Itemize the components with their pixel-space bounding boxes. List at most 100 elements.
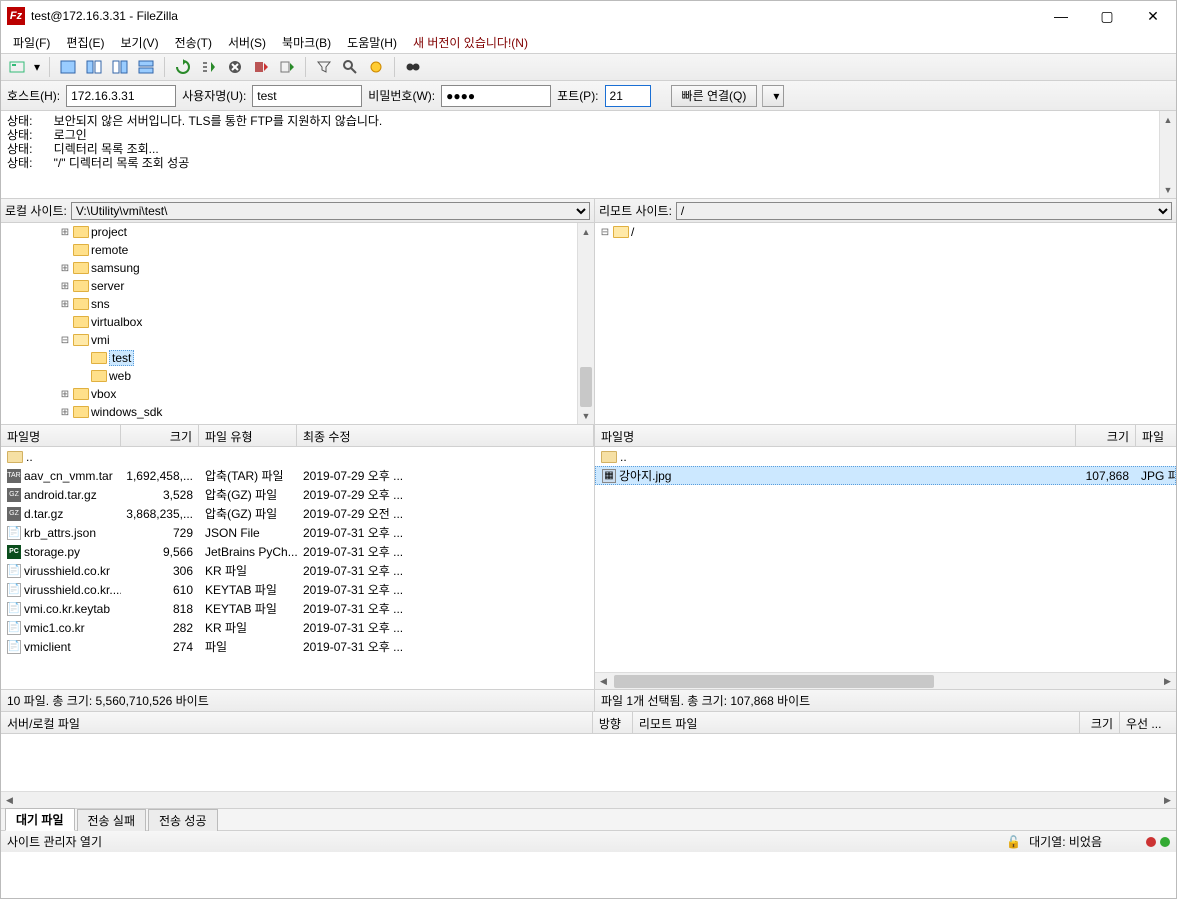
menu-edit[interactable]: 편집(E): [58, 32, 112, 53]
file-row[interactable]: 📄vmiclient274파일2019-07-31 오후 ...: [1, 637, 594, 656]
tree-item[interactable]: ⊞vbox: [1, 385, 594, 403]
user-input[interactable]: [257, 89, 357, 103]
queue-hscrollbar[interactable]: ◀ ▶: [1, 791, 1176, 808]
filter-icon[interactable]: [312, 56, 336, 78]
menu-bookmarks[interactable]: 북마크(B): [274, 32, 339, 53]
local-filelist[interactable]: 파일명 크기 파일 유형 최종 수정 ..TARaav_cn_vmm.tar1,…: [1, 425, 594, 689]
tree-expander-icon[interactable]: ⊞: [59, 227, 71, 238]
remote-hscrollbar[interactable]: ◀ ▶: [595, 672, 1176, 689]
tree-item[interactable]: web: [1, 367, 594, 385]
file-name: vmiclient: [24, 640, 71, 654]
file-size: 306: [121, 564, 199, 578]
compare-icon[interactable]: [364, 56, 388, 78]
file-row[interactable]: ..: [595, 447, 1176, 466]
col-size[interactable]: 크기: [121, 425, 199, 446]
host-input[interactable]: [71, 89, 171, 103]
col-name[interactable]: 파일명: [1, 425, 121, 446]
tree-item[interactable]: ⊞sns: [1, 295, 594, 313]
tree-expander-icon[interactable]: ⊞: [59, 281, 71, 292]
tree-item[interactable]: test: [1, 349, 594, 367]
binoculars-icon[interactable]: [401, 56, 425, 78]
tab-failed[interactable]: 전송 실패: [77, 809, 147, 831]
local-path-input[interactable]: V:\Utility\vmi\test\: [71, 202, 590, 220]
remote-tree[interactable]: ⊟/: [595, 223, 1176, 425]
tree-expander-icon[interactable]: ⊞: [59, 299, 71, 310]
xf-col-dir[interactable]: 방향: [593, 712, 633, 733]
transfer-queue[interactable]: 서버/로컬 파일 방향 리모트 파일 크기 우선 ... ◀ ▶: [1, 711, 1176, 808]
dropdown-icon[interactable]: ▾: [31, 56, 43, 78]
col-name-r[interactable]: 파일명: [595, 425, 1076, 446]
file-modified: 2019-07-31 오후 ...: [297, 543, 594, 560]
scroll-down-icon[interactable]: ▼: [1160, 181, 1176, 198]
tree-item[interactable]: remote: [1, 241, 594, 259]
tree-expander-icon[interactable]: ⊞: [59, 407, 71, 418]
menu-server[interactable]: 서버(S): [220, 32, 274, 53]
xf-col-priority[interactable]: 우선 ...: [1120, 712, 1176, 733]
toggle-log-icon[interactable]: [56, 56, 80, 78]
tree-item[interactable]: ⊟/: [595, 223, 1176, 241]
tree-item[interactable]: virtualbox: [1, 313, 594, 331]
file-type: JSON File: [199, 526, 297, 540]
log-scrollbar[interactable]: ▲ ▼: [1159, 111, 1176, 198]
tree-expander-icon[interactable]: ⊟: [59, 335, 71, 346]
file-row[interactable]: ▦강아지.jpg107,868JPG 피: [595, 466, 1176, 485]
close-button[interactable]: ✕: [1130, 1, 1176, 31]
reconnect-icon[interactable]: [275, 56, 299, 78]
xf-col-size[interactable]: 크기: [1080, 712, 1120, 733]
refresh-icon[interactable]: [171, 56, 195, 78]
menu-transfer[interactable]: 전송(T): [167, 32, 220, 53]
sitemanager-icon[interactable]: [5, 56, 29, 78]
port-input[interactable]: [610, 89, 646, 103]
local-tree-scrollbar[interactable]: ▲ ▼: [577, 223, 594, 424]
cancel-icon[interactable]: [223, 56, 247, 78]
file-row[interactable]: GZd.tar.gz3,868,235,...압축(GZ) 파일2019-07-…: [1, 504, 594, 523]
file-row[interactable]: 📄virusshield.co.kr....610KEYTAB 파일2019-0…: [1, 580, 594, 599]
menu-newversion[interactable]: 새 버전이 있습니다!(N): [405, 32, 536, 53]
folder-icon: [73, 388, 89, 400]
xf-col-remote[interactable]: 리모트 파일: [633, 712, 1080, 733]
process-queue-icon[interactable]: [197, 56, 221, 78]
tree-item[interactable]: ⊞project: [1, 223, 594, 241]
toggle-remote-tree-icon[interactable]: [108, 56, 132, 78]
tree-item[interactable]: ⊞server: [1, 277, 594, 295]
file-row[interactable]: 📄vmi.co.kr.keytab818KEYTAB 파일2019-07-31 …: [1, 599, 594, 618]
message-log[interactable]: 상태: 보안되지 않은 서버입니다. TLS를 통한 FTP를 지원하지 않습니…: [1, 111, 1176, 199]
file-row[interactable]: PCstorage.py9,566JetBrains PyCh...2019-0…: [1, 542, 594, 561]
tab-success[interactable]: 전송 성공: [148, 809, 218, 831]
scroll-up-icon[interactable]: ▲: [1160, 111, 1176, 128]
pass-input[interactable]: [446, 89, 546, 103]
col-modified[interactable]: 최종 수정: [297, 425, 594, 446]
file-row[interactable]: ..: [1, 447, 594, 466]
tree-expander-icon[interactable]: ⊞: [59, 389, 71, 400]
menu-help[interactable]: 도움말(H): [339, 32, 405, 53]
file-row[interactable]: 📄vmic1.co.kr282KR 파일2019-07-31 오후 ...: [1, 618, 594, 637]
col-type-r[interactable]: 파일: [1136, 425, 1176, 446]
menu-file[interactable]: 파일(F): [5, 32, 58, 53]
disconnect-icon[interactable]: [249, 56, 273, 78]
quickconnect-dropdown[interactable]: ▾: [762, 85, 784, 107]
file-row[interactable]: GZandroid.tar.gz3,528압축(GZ) 파일2019-07-29…: [1, 485, 594, 504]
remote-path-input[interactable]: /: [676, 202, 1172, 220]
maximize-button[interactable]: ▢: [1084, 1, 1130, 31]
tree-item[interactable]: ⊞samsung: [1, 259, 594, 277]
toggle-queue-icon[interactable]: [134, 56, 158, 78]
tree-item[interactable]: ⊟vmi: [1, 331, 594, 349]
col-size-r[interactable]: 크기: [1076, 425, 1136, 446]
tab-queue[interactable]: 대기 파일: [5, 808, 75, 831]
tree-expander-icon[interactable]: ⊟: [599, 227, 611, 238]
minimize-button[interactable]: —: [1038, 1, 1084, 31]
xf-col-server[interactable]: 서버/로컬 파일: [1, 712, 593, 733]
file-row[interactable]: TARaav_cn_vmm.tar1,692,458,...압축(TAR) 파일…: [1, 466, 594, 485]
toggle-local-tree-icon[interactable]: [82, 56, 106, 78]
quickconnect-button[interactable]: 빠른 연결(Q): [671, 85, 758, 107]
local-tree[interactable]: ⊞projectremote⊞samsung⊞server⊞snsvirtual…: [1, 223, 594, 425]
remote-filelist[interactable]: 파일명 크기 파일 ..▦강아지.jpg107,868JPG 피 ◀ ▶: [595, 425, 1176, 689]
file-row[interactable]: 📄krb_attrs.json729JSON File2019-07-31 오후…: [1, 523, 594, 542]
tree-item[interactable]: ⊞windows_sdk: [1, 403, 594, 421]
file-row[interactable]: 📄virusshield.co.kr306KR 파일2019-07-31 오후 …: [1, 561, 594, 580]
app-logo-icon: Fz: [7, 7, 25, 25]
menu-view[interactable]: 보기(V): [112, 32, 166, 53]
search-icon[interactable]: [338, 56, 362, 78]
col-type[interactable]: 파일 유형: [199, 425, 297, 446]
tree-expander-icon[interactable]: ⊞: [59, 263, 71, 274]
